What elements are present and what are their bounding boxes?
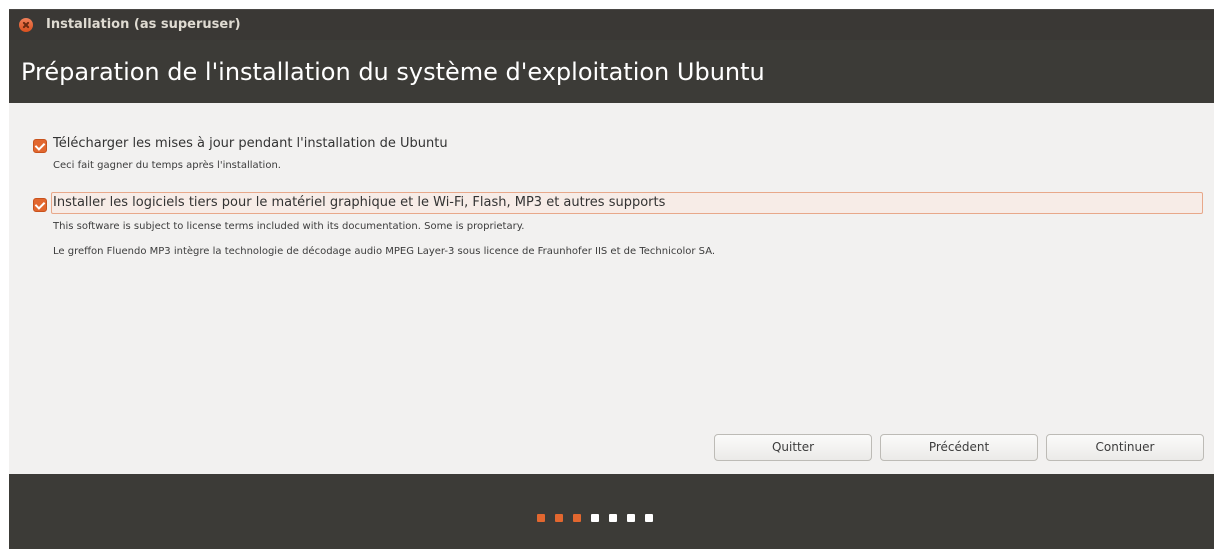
close-icon[interactable] xyxy=(19,18,33,32)
progress-dot-pending xyxy=(645,514,653,522)
download-updates-checkbox[interactable] xyxy=(33,139,47,153)
installer-window: Installation (as superuser) Préparation … xyxy=(9,9,1214,549)
download-updates-label[interactable]: Télécharger les mises à jour pendant l'i… xyxy=(53,136,448,151)
back-button[interactable]: Précédent xyxy=(880,434,1038,461)
option-third-party-software: Installer les logiciels tiers pour le ma… xyxy=(29,195,1199,265)
continue-button[interactable]: Continuer xyxy=(1046,434,1204,461)
window-title: Installation (as superuser) xyxy=(46,17,241,32)
progress-dot-pending xyxy=(591,514,599,522)
download-updates-description: Ceci fait gagner du temps après l'instal… xyxy=(53,160,281,171)
progress-dot-completed xyxy=(555,514,563,522)
progress-dots xyxy=(537,514,653,522)
progress-dot-completed xyxy=(537,514,545,522)
page-title: Préparation de l'installation du système… xyxy=(21,58,765,86)
license-notice: This software is subject to license term… xyxy=(53,221,525,232)
progress-footer xyxy=(9,474,1214,549)
fluendo-notice: Le greffon Fluendo MP3 intègre la techno… xyxy=(53,246,716,257)
option-download-updates: Télécharger les mises à jour pendant l'i… xyxy=(29,136,1199,176)
third-party-checkbox[interactable] xyxy=(33,198,47,212)
third-party-label[interactable]: Installer les logiciels tiers pour le ma… xyxy=(53,195,665,210)
progress-dot-pending xyxy=(609,514,617,522)
quit-button[interactable]: Quitter xyxy=(714,434,872,461)
progress-dot-completed xyxy=(573,514,581,522)
title-bar: Installation (as superuser) xyxy=(9,9,1214,40)
main-content: Télécharger les mises à jour pendant l'i… xyxy=(9,103,1214,474)
progress-dot-pending xyxy=(627,514,635,522)
page-header: Préparation de l'installation du système… xyxy=(9,40,1214,103)
